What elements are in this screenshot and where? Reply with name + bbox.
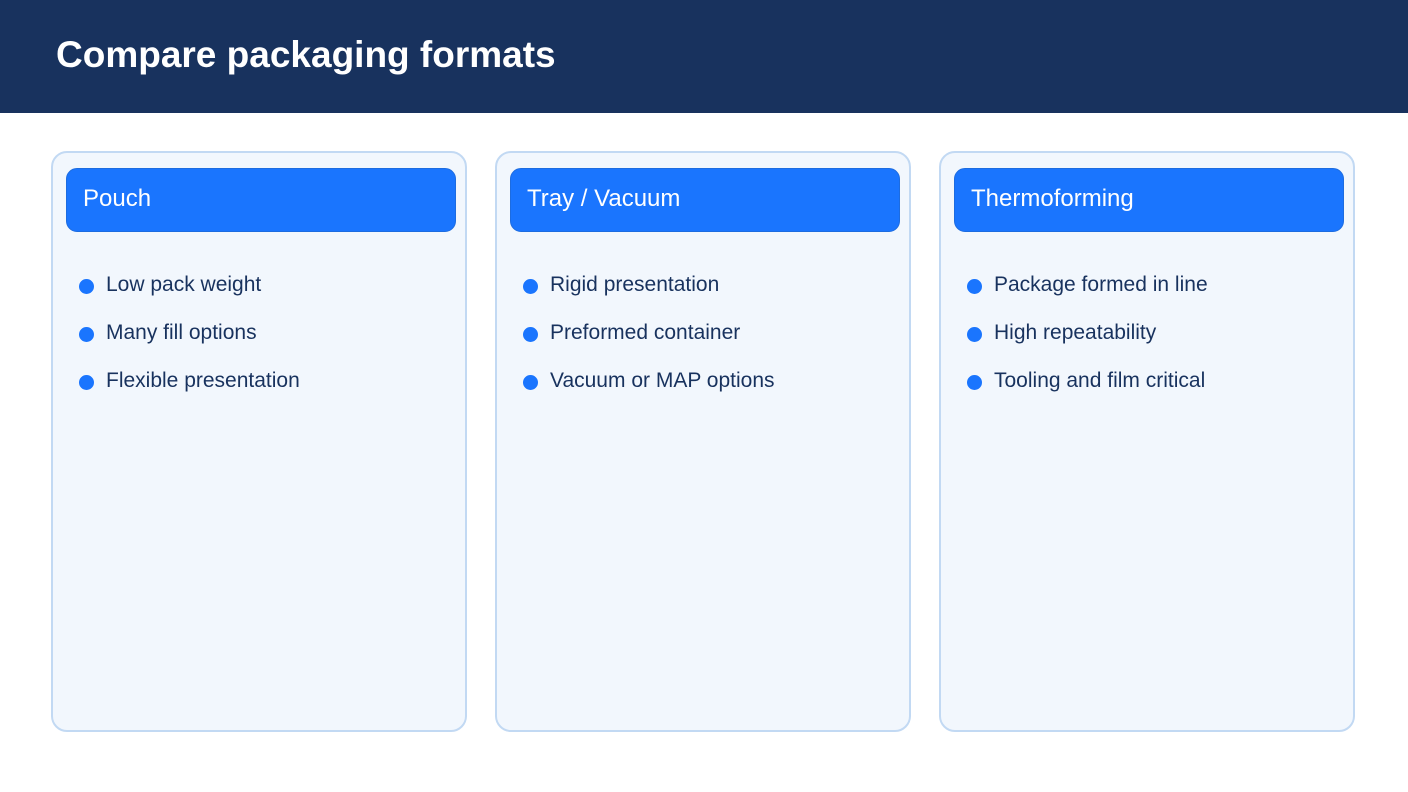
- list-item-text: Rigid presentation: [550, 273, 720, 296]
- bullet-dot-icon: [523, 375, 538, 390]
- card-header: Tray / Vacuum: [510, 168, 900, 232]
- card-title: Tray / Vacuum: [527, 185, 681, 212]
- card-tray-vacuum: Tray / Vacuum Rigid presentation Preform…: [495, 151, 911, 732]
- card-title: Pouch: [83, 185, 152, 212]
- bullet-dot-icon: [79, 327, 94, 342]
- list-item-text: Package formed in line: [994, 273, 1208, 296]
- bullet-dot-icon: [967, 327, 982, 342]
- bullet-dot-icon: [967, 279, 982, 294]
- comparison-cards: Pouch Low pack weight Many fill options …: [0, 0, 1408, 792]
- list-item-text: Preformed container: [550, 321, 741, 344]
- card-header: Thermoforming: [954, 168, 1344, 232]
- list-item-text: High repeatability: [994, 321, 1157, 344]
- list-item-text: Vacuum or MAP options: [550, 369, 775, 392]
- bullet-dot-icon: [79, 279, 94, 294]
- list-item-text: Flexible presentation: [106, 369, 300, 392]
- bullet-dot-icon: [79, 375, 94, 390]
- list-item-text: Tooling and film critical: [994, 369, 1206, 392]
- bullet-dot-icon: [523, 279, 538, 294]
- card-header: Pouch: [66, 168, 456, 232]
- bullet-dot-icon: [523, 327, 538, 342]
- bullet-dot-icon: [967, 375, 982, 390]
- card-pouch: Pouch Low pack weight Many fill options …: [51, 151, 467, 732]
- card-title: Thermoforming: [971, 185, 1134, 212]
- card-thermoforming: Thermoforming Package formed in line Hig…: [939, 151, 1355, 732]
- list-item-text: Many fill options: [106, 321, 257, 344]
- list-item-text: Low pack weight: [106, 273, 262, 296]
